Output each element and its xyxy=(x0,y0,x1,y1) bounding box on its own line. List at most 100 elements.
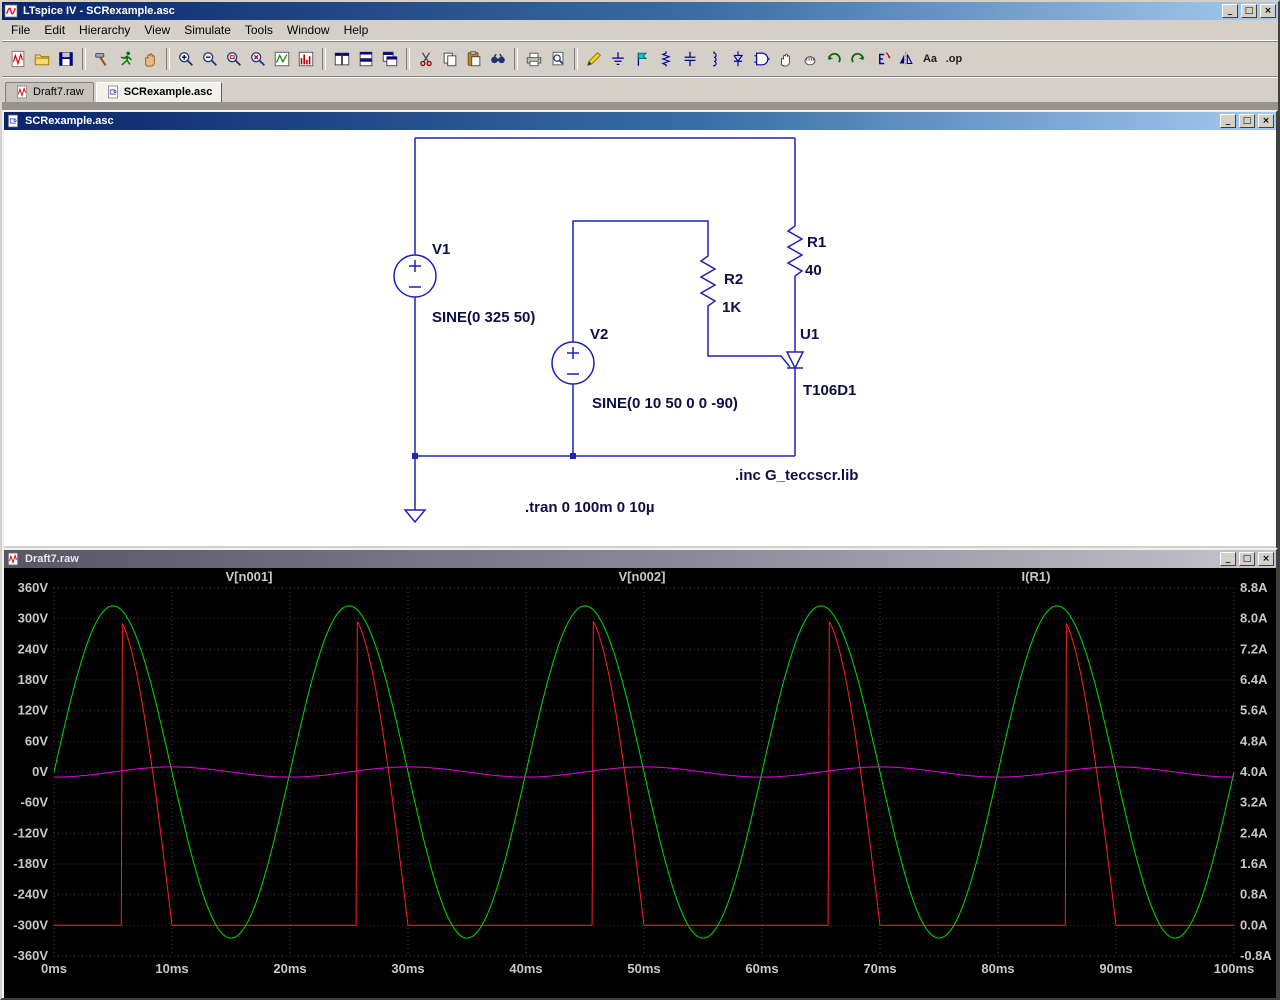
app-window: LTspice IV - SCRexample.asc _ □ × File Ed… xyxy=(0,0,1280,1000)
menu-simulate[interactable]: Simulate xyxy=(177,21,238,39)
zoom-in-button[interactable] xyxy=(174,47,198,71)
window-title: LTspice IV - SCRexample.asc xyxy=(23,5,175,17)
toolbar-separator xyxy=(406,48,410,70)
waveform-close-button[interactable]: × xyxy=(1258,552,1274,566)
restore-button[interactable]: □ xyxy=(1241,4,1257,18)
component-v1[interactable] xyxy=(393,254,437,298)
tran-directive[interactable]: .tran 0 100m 0 10µ xyxy=(525,499,655,516)
copy-button[interactable] xyxy=(438,47,462,71)
component-r2[interactable] xyxy=(699,253,717,323)
v1-value-label[interactable]: SINE(0 325 50) xyxy=(432,309,535,326)
halt-simulation-button[interactable] xyxy=(138,47,162,71)
run-simulation-button[interactable] xyxy=(114,47,138,71)
r1-name-label[interactable]: R1 xyxy=(807,234,826,251)
inductor-icon xyxy=(705,50,723,68)
v1-name-label[interactable]: V1 xyxy=(432,241,450,258)
waveform-restore-button[interactable]: □ xyxy=(1239,552,1255,566)
new-schematic-button[interactable] xyxy=(6,47,30,71)
component-u1[interactable] xyxy=(785,348,805,370)
menu-file[interactable]: File xyxy=(4,21,37,39)
redo-button[interactable] xyxy=(846,47,870,71)
menu-hierarchy[interactable]: Hierarchy xyxy=(72,21,137,39)
resistor-button[interactable] xyxy=(654,47,678,71)
schematic-restore-button[interactable]: □ xyxy=(1239,114,1255,128)
component-r1[interactable] xyxy=(786,223,804,293)
open-file-button[interactable] xyxy=(30,47,54,71)
y-right-tick: 7.2A xyxy=(1240,641,1268,656)
y-left-tick: -60V xyxy=(21,795,49,810)
x-tick: 60ms xyxy=(745,961,778,976)
cut-button[interactable] xyxy=(414,47,438,71)
rotate-button[interactable] xyxy=(870,47,894,71)
r1-value-label[interactable]: 40 xyxy=(805,262,822,279)
plot-line-icon xyxy=(273,50,291,68)
y-left-tick: -120V xyxy=(13,825,48,840)
menu-bar: File Edit Hierarchy View Simulate Tools Window… xyxy=(2,20,1278,41)
text-button[interactable]: Aa xyxy=(918,47,942,71)
y-right-tick: 3.2A xyxy=(1240,795,1268,810)
drag-button[interactable] xyxy=(798,47,822,71)
zoom-out-button[interactable] xyxy=(198,47,222,71)
doc-sch-icon xyxy=(106,85,120,99)
tile-horizontally-button[interactable] xyxy=(354,47,378,71)
zoom-area-button[interactable] xyxy=(222,47,246,71)
hand-grab-icon xyxy=(801,50,819,68)
print-preview-button[interactable] xyxy=(546,47,570,71)
halt-icon xyxy=(141,50,159,68)
component-v2[interactable] xyxy=(551,341,595,385)
net-label-button[interactable] xyxy=(630,47,654,71)
run-icon xyxy=(117,50,135,68)
schematic-close-button[interactable]: × xyxy=(1258,114,1274,128)
v2-value-label[interactable]: SINE(0 10 50 0 0 -90) xyxy=(592,395,738,412)
move-button[interactable] xyxy=(774,47,798,71)
schematic-minimize-button[interactable]: _ xyxy=(1220,114,1236,128)
r2-value-label[interactable]: 1K xyxy=(722,299,741,316)
node-junction xyxy=(570,453,576,459)
fft-button[interactable] xyxy=(294,47,318,71)
control-panel-button[interactable] xyxy=(90,47,114,71)
zoom-full-extents-button[interactable] xyxy=(246,47,270,71)
v2-name-label[interactable]: V2 xyxy=(590,326,608,343)
menu-help[interactable]: Help xyxy=(337,21,376,39)
capacitor-button[interactable] xyxy=(678,47,702,71)
tab-screxample-asc[interactable]: SCRexample.asc xyxy=(95,82,223,102)
diode-button[interactable] xyxy=(726,47,750,71)
tab-draft7-raw[interactable]: Draft7.raw xyxy=(5,82,94,102)
cascade-windows-button[interactable] xyxy=(378,47,402,71)
print-button[interactable] xyxy=(522,47,546,71)
u1-name-label[interactable]: U1 xyxy=(800,326,819,343)
waveform-plot[interactable]: 360V 300V 240V 180V 120V 60V 0V -60V -120V -180V -… xyxy=(4,568,1276,1000)
wire-button[interactable] xyxy=(582,47,606,71)
plot-bars-icon xyxy=(297,50,315,68)
mirror-button[interactable] xyxy=(894,47,918,71)
menu-tools[interactable]: Tools xyxy=(238,21,280,39)
copy-icon xyxy=(441,50,459,68)
component-button[interactable] xyxy=(750,47,774,71)
toolbar-separator xyxy=(322,48,326,70)
r2-name-label[interactable]: R2 xyxy=(724,271,743,288)
cascade-icon xyxy=(381,50,399,68)
waveform-minimize-button[interactable]: _ xyxy=(1220,552,1236,566)
toolbar-separator xyxy=(574,48,578,70)
find-button[interactable] xyxy=(486,47,510,71)
y-left-tick: 120V xyxy=(18,703,49,718)
minimize-button[interactable]: _ xyxy=(1222,4,1238,18)
schematic-title-bar: SCRexample.asc _ □ × xyxy=(4,112,1276,130)
u1-value-label[interactable]: T106D1 xyxy=(803,382,856,399)
save-icon xyxy=(57,50,75,68)
tile-vertically-button[interactable] xyxy=(330,47,354,71)
undo-button[interactable] xyxy=(822,47,846,71)
paste-button[interactable] xyxy=(462,47,486,71)
menu-edit[interactable]: Edit xyxy=(37,21,72,39)
menu-view[interactable]: View xyxy=(137,21,177,39)
ground-button[interactable] xyxy=(606,47,630,71)
close-button[interactable]: × xyxy=(1260,4,1276,18)
menu-window[interactable]: Window xyxy=(280,21,337,39)
save-button[interactable] xyxy=(54,47,78,71)
schematic-canvas[interactable]: V1 SINE(0 325 50) V2 SINE(0 10 50 0 0 -9… xyxy=(4,130,1276,546)
include-directive[interactable]: .inc G_teccscr.lib xyxy=(735,467,858,484)
x-tick: 70ms xyxy=(863,961,896,976)
inductor-button[interactable] xyxy=(702,47,726,71)
autorange-y-button[interactable] xyxy=(270,47,294,71)
spice-directive-button[interactable]: .op xyxy=(942,47,966,71)
